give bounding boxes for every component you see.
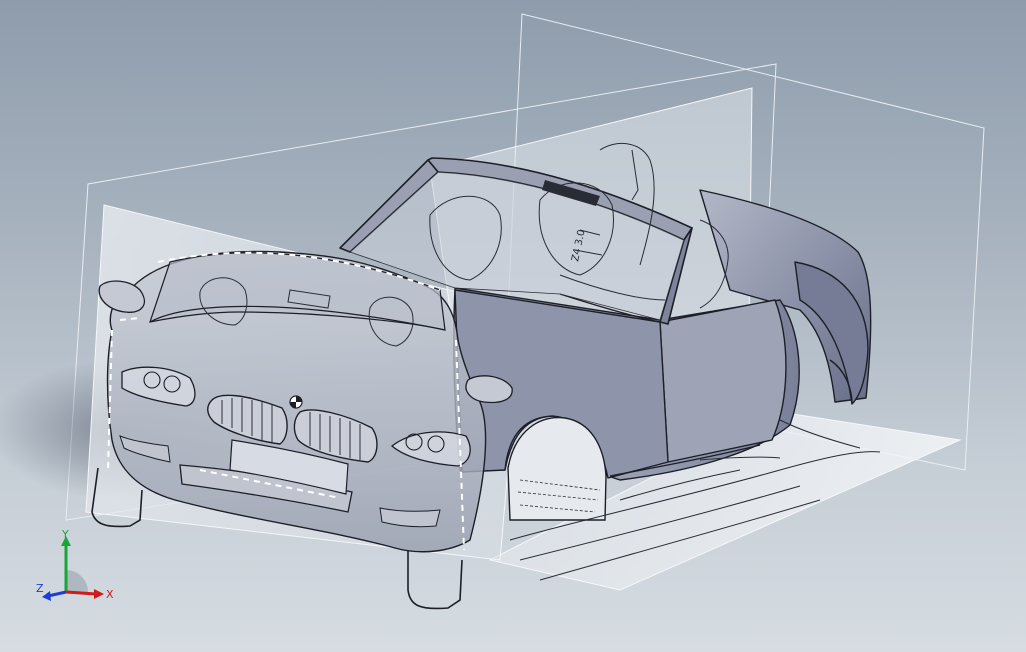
car-model-scene[interactable]: Z4 3.0	[0, 0, 1026, 652]
x-axis-arrow	[65, 590, 97, 596]
coordinate-triad[interactable]: Y X Z	[36, 530, 116, 610]
x-axis-arrowhead	[94, 589, 104, 599]
y-axis-label: Y	[61, 530, 69, 541]
z-axis-label: Z	[36, 582, 44, 595]
x-axis-label: X	[106, 588, 114, 601]
z-axis-arrow	[47, 590, 67, 598]
cad-3d-viewport[interactable]: Z4 3.0 Y X Z	[0, 0, 1026, 652]
